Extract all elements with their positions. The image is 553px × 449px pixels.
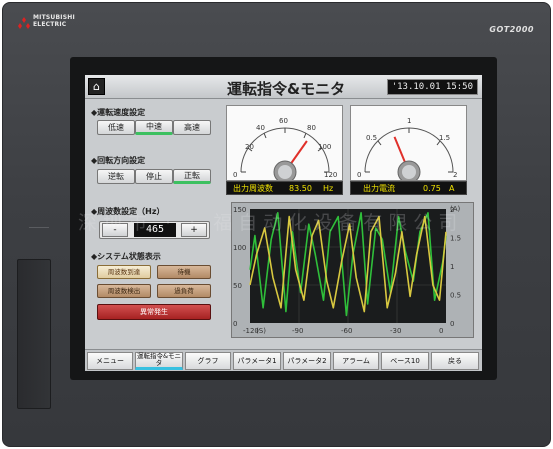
y-left-tick: 50 (233, 282, 242, 290)
y-left-tick: 150 (233, 206, 246, 214)
title-bar: ⌂ 運転指令&モニタ '13.10.01 15:50 (85, 75, 482, 99)
frequency-readout: 出力周波数 83.50 Hz (226, 181, 343, 195)
home-button[interactable]: ⌂ (88, 78, 105, 95)
meter1-tick-20: 20 (245, 143, 254, 151)
status-freq-detect: 周波数検出 (97, 284, 151, 298)
home-icon: ⌂ (93, 80, 100, 93)
x-tick: -60 (341, 327, 352, 335)
direction-forward-button[interactable]: 正転 (173, 169, 211, 184)
direction-label: ◆回転方向設定 (91, 156, 146, 165)
y-right-tick: 2 (450, 206, 454, 214)
status-alarm: 異常発生 (97, 304, 211, 320)
meter1-tick-40: 40 (256, 124, 265, 132)
freq-value-input[interactable]: 465 (134, 223, 176, 237)
y-right-tick: 1.5 (450, 235, 461, 243)
menu-item-operation-monitor[interactable]: 運転指令&モニタ (135, 352, 183, 370)
hmi-screen: ⌂ 運転指令&モニタ '13.10.01 15:50 ◆運転速度設定 低速 中速… (85, 75, 482, 371)
meter1-tick-0: 0 (233, 171, 237, 179)
bottom-menu-bar: メニュー 運転指令&モニタ グラフ パラメータ1 パラメータ2 アラーム ベース… (85, 349, 482, 371)
mitsubishi-logo-icon (18, 17, 30, 29)
x-tick: -90 (292, 327, 303, 335)
meter1-tick-80: 80 (307, 124, 316, 132)
menu-item-menu[interactable]: メニュー (87, 352, 133, 370)
y-right-tick: 0.5 (450, 292, 461, 300)
freq-minus-button[interactable]: - (102, 223, 128, 237)
speed-low-button[interactable]: 低速 (97, 120, 135, 135)
speed-mid-button[interactable]: 中速 (135, 120, 173, 135)
meter1-tick-60: 60 (279, 117, 288, 125)
menu-item-back[interactable]: 戻る (431, 352, 479, 370)
menu-item-base10[interactable]: ベース10 (381, 352, 429, 370)
y-left-tick: 100 (233, 244, 246, 252)
page-title: 運転指令&モニタ (227, 80, 346, 98)
freq-plus-button[interactable]: + (181, 223, 207, 237)
model-text: GOT2000 (489, 25, 534, 34)
meter2-tick-1.5: 1.5 (439, 134, 450, 142)
current-gauge: 0.5 1 1.5 0 2 (357, 117, 457, 184)
freq-readout-unit: Hz (323, 184, 334, 193)
menu-item-alarm[interactable]: アラーム (333, 352, 379, 370)
direction-stop-button[interactable]: 停止 (135, 169, 173, 184)
speed-label: ◆運転速度設定 (91, 108, 146, 117)
status-overload: 過負荷 (157, 284, 211, 298)
current-meter: 0.5 1 1.5 0 2 (350, 105, 467, 184)
x-tick: 0 (439, 327, 443, 335)
current-readout-label: 出力電流 (363, 184, 395, 193)
freq-readout-value: 83.50 (289, 184, 312, 193)
meter1-tick-120: 120 (324, 171, 337, 179)
meter2-tick-0.5: 0.5 (366, 134, 377, 142)
freq-readout-label: 出力周波数 (233, 184, 273, 193)
usb-cover (17, 259, 51, 409)
menu-item-parameter1[interactable]: パラメータ1 (233, 352, 281, 370)
speed-button-group: 低速 中速 高速 (97, 120, 211, 135)
brand-line1: MITSUBISHI (33, 14, 75, 21)
menu-item-parameter2[interactable]: パラメータ2 (283, 352, 331, 370)
trend-chart-svg: 150100500 (A)21.510.50 -120(S) -90 -60 -30 0 (233, 205, 461, 335)
current-readout-value: 0.75 (423, 184, 441, 193)
frequency-meter: 20 40 60 80 100 0 120 (226, 105, 343, 184)
trend-graph: 150 100 50 0 (A) 2 1.5 1 0.5 0 -120 (S) -90 -60 -30 0 (231, 202, 474, 338)
brand-text: MITSUBISHI ELECTRIC (33, 14, 75, 28)
meter2-tick-1: 1 (407, 117, 411, 125)
frequency-gauge: 20 40 60 80 100 0 120 (233, 117, 337, 184)
current-readout-unit: A (449, 184, 455, 193)
meter1-tick-100: 100 (318, 143, 331, 151)
freq-label: ◆周波数設定（Hz） (91, 207, 165, 216)
menu-item-graph[interactable]: グラフ (185, 352, 231, 370)
meter2-tick-2: 2 (453, 171, 457, 179)
freq-stepper: - 465 + (99, 221, 210, 239)
x-tick: (S) (256, 327, 266, 335)
status-label: ◆システム状態表示 (91, 252, 161, 261)
brand-line2: ELECTRIC (33, 21, 67, 28)
current-readout: 出力電流 0.75 A (350, 181, 467, 195)
datetime-display: '13.10.01 15:50 (386, 79, 478, 95)
y-right-tick: 0 (450, 320, 454, 328)
side-line (29, 227, 49, 228)
y-right-tick: 1 (450, 263, 454, 271)
y-left-tick: 0 (233, 320, 237, 328)
status-freq-reached: 周波数到達 (97, 265, 151, 279)
direction-button-group: 逆転 停止 正転 (97, 169, 211, 184)
meter2-tick-0: 0 (357, 171, 361, 179)
speed-high-button[interactable]: 高速 (173, 120, 211, 135)
status-standby: 待機 (157, 265, 211, 279)
x-tick: -30 (390, 327, 401, 335)
direction-reverse-button[interactable]: 逆転 (97, 169, 135, 184)
